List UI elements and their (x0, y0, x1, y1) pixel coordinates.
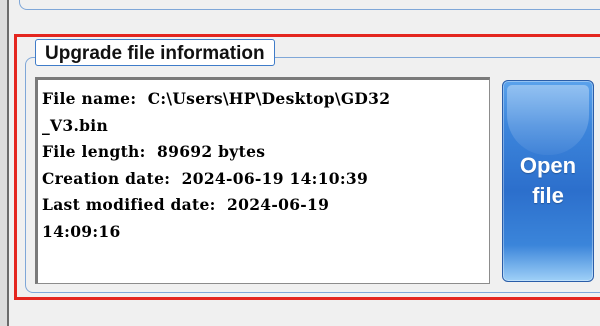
file-name-line-cont: _V3.bin (42, 115, 109, 135)
window-left-edge (0, 0, 9, 326)
open-file-button[interactable]: Open file (502, 80, 594, 282)
last-modified-line-cont: 14:09:16 (42, 221, 121, 241)
open-file-label: Open file (519, 153, 577, 208)
file-length-line: File length: 89692 bytes (42, 142, 266, 161)
group-title: Upgrade file information (35, 39, 275, 66)
button-shine (507, 85, 589, 155)
file-name-line: File name: C:\Users\HP\Desktop\GD32 (42, 89, 391, 108)
previous-group-frame (19, 0, 600, 10)
file-info-textbox[interactable]: File name: C:\Users\HP\Desktop\GD32 _V3.… (35, 77, 490, 284)
creation-date-line: Creation date: 2024-06-19 14:10:39 (42, 168, 369, 188)
last-modified-line: Last modified date: 2024-06-19 (42, 195, 330, 214)
